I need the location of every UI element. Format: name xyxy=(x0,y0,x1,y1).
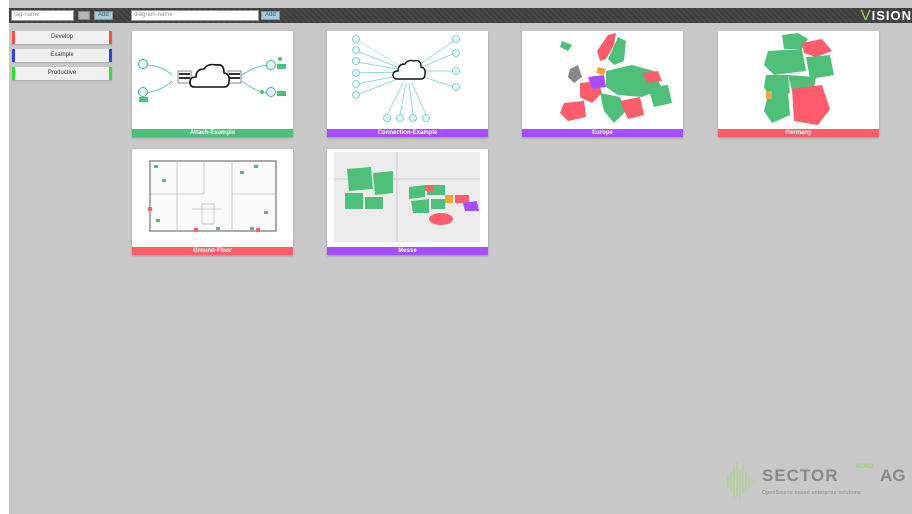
tag-color-bar-left xyxy=(12,31,15,44)
logo-initial: V xyxy=(860,7,872,24)
diagram-card-messe[interactable]: Messe xyxy=(327,149,488,255)
add-diagram-button[interactable]: Add xyxy=(261,11,280,20)
diagram-label: Europe xyxy=(522,129,683,137)
tag-label: Develop xyxy=(50,34,73,40)
tag-example[interactable]: Example xyxy=(12,49,112,62)
top-toolbar: tag-name Add diagram-name Add VISION xyxy=(9,8,912,23)
diagram-card-europe[interactable]: Europe xyxy=(522,31,683,137)
diagram-label: Attach-Example xyxy=(132,129,293,137)
diagram-label: Connection-Example xyxy=(327,129,488,137)
diagram-thumbnail xyxy=(327,31,488,129)
tag-label: Example xyxy=(50,52,74,58)
diagram-card-germany[interactable]: Germany xyxy=(718,31,879,137)
diagram-thumbnail xyxy=(718,31,879,129)
brand-ag: AG xyxy=(880,466,906,485)
sectornord-logo: SECTOR NORD AG OpenSource based enterpri… xyxy=(724,458,912,502)
diagram-thumbnail xyxy=(522,31,683,129)
diagram-card-connection-example[interactable]: Connection-Example xyxy=(327,31,488,137)
tag-develop[interactable]: Develop xyxy=(12,31,112,44)
diagram-card-ground-floor[interactable]: Ground-Floor xyxy=(132,149,293,255)
tag-color-bar-right xyxy=(109,67,112,80)
tag-color-bar-left xyxy=(12,67,15,80)
tag-color-picker[interactable] xyxy=(78,11,90,20)
brand-tagline: OpenSource based enterprise solutions xyxy=(762,490,861,496)
diagram-thumbnail xyxy=(327,149,488,247)
diagram-name-input[interactable]: diagram-name xyxy=(131,10,259,21)
diagram-card-attach-example[interactable]: Attach-Example xyxy=(132,31,293,137)
diagram-label: Ground-Floor xyxy=(132,247,293,255)
tag-color-bar-left xyxy=(12,49,15,62)
tag-name-input[interactable]: tag-name xyxy=(11,10,74,21)
diagram-thumbnail xyxy=(132,149,293,247)
tag-productive[interactable]: Productive xyxy=(12,67,112,80)
brand-word: SECTOR xyxy=(762,466,839,485)
diagram-thumbnail xyxy=(132,31,293,129)
tag-label: Productive xyxy=(47,70,77,76)
diagram-label: Messe xyxy=(327,247,488,255)
add-tag-button[interactable]: Add xyxy=(94,11,113,20)
logo-rest: ISION xyxy=(871,8,912,23)
soundwave-icon xyxy=(727,462,756,500)
brand-nord: NORD xyxy=(856,464,874,470)
tag-color-bar-right xyxy=(109,31,112,44)
left-margin-strip xyxy=(0,0,9,514)
diagram-label: Germany xyxy=(718,129,879,137)
vision-logo: VISION xyxy=(861,8,912,23)
tag-color-bar-right xyxy=(109,49,112,62)
